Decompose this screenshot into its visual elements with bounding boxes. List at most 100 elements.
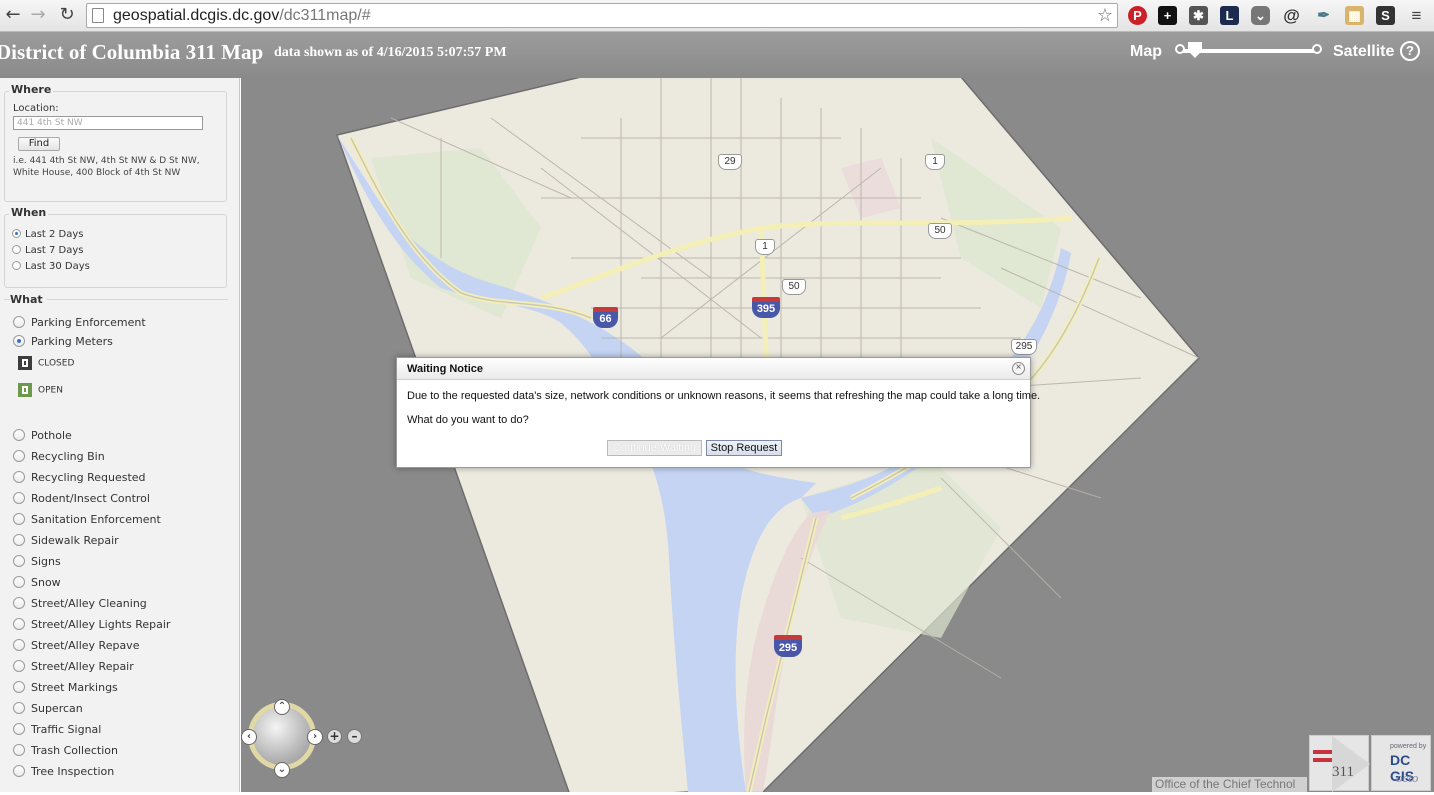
zoom-in-icon[interactable]: +: [327, 729, 342, 744]
radio[interactable]: [13, 681, 25, 693]
shield-i-66: 66: [593, 307, 618, 328]
radio[interactable]: [13, 744, 25, 756]
at-sign-icon[interactable]: @: [1282, 6, 1301, 25]
what-item-snow[interactable]: Snow: [13, 576, 61, 592]
radio[interactable]: [13, 597, 25, 609]
back-icon[interactable]: ←: [3, 5, 23, 25]
what-item-recycling-requested[interactable]: Recycling Requested: [13, 471, 146, 487]
radio[interactable]: [13, 534, 25, 546]
radio[interactable]: [12, 261, 21, 270]
what-item-label: Trash Collection: [31, 744, 118, 757]
radio[interactable]: [12, 245, 21, 254]
pan-left-icon[interactable]: ‹: [241, 729, 257, 745]
what-item-tree-inspection[interactable]: Tree Inspection: [13, 765, 114, 781]
stop-request-button[interactable]: Stop Request: [706, 440, 782, 456]
map-view-label[interactable]: Map: [1130, 43, 1162, 61]
what-item-label: Street/Alley Repair: [31, 660, 134, 673]
slider-thumb[interactable]: [1188, 42, 1202, 58]
find-button[interactable]: Find: [18, 137, 60, 151]
pocket-icon[interactable]: ⌄: [1251, 6, 1270, 25]
what-item-label: Recycling Requested: [31, 471, 146, 484]
when-option-7-days[interactable]: Last 7 Days: [12, 245, 84, 259]
screen-capture-icon[interactable]: S: [1376, 6, 1395, 25]
radio-selected[interactable]: [13, 335, 25, 347]
close-icon[interactable]: ×: [1012, 362, 1025, 375]
radio[interactable]: [13, 429, 25, 441]
page-title: District of Columbia 311 Map: [0, 40, 264, 64]
slider-min-handle[interactable]: [1175, 44, 1185, 54]
menu-icon[interactable]: ≡: [1407, 6, 1426, 25]
what-item-street-alley-cleaning[interactable]: Street/Alley Cleaning: [13, 597, 147, 613]
notes-extension-icon[interactable]: ▦: [1345, 6, 1364, 25]
forward-icon[interactable]: →: [28, 5, 48, 25]
dcgis-octo-logo[interactable]: powered by DC GIS octo: [1371, 735, 1431, 791]
what-item-label: Signs: [31, 555, 61, 568]
radio[interactable]: [13, 450, 25, 462]
what-item-street-alley-lights-repair[interactable]: Street/Alley Lights Repair: [13, 618, 170, 634]
continue-waiting-button[interactable]: Continue Waiting: [607, 440, 702, 456]
bookmark-star-icon[interactable]: ☆: [1097, 5, 1113, 26]
what-item-trash-collection[interactable]: Trash Collection: [13, 744, 118, 760]
what-item-parking-meters[interactable]: Parking Meters: [13, 335, 113, 351]
radio[interactable]: [13, 513, 25, 525]
radio-selected[interactable]: [12, 229, 21, 238]
pan-down-icon[interactable]: ⌄: [274, 762, 290, 778]
what-item-label: Snow: [31, 576, 61, 589]
radio[interactable]: [13, 765, 25, 777]
radio[interactable]: [13, 639, 25, 651]
radio[interactable]: [13, 660, 25, 672]
what-item-supercan[interactable]: Supercan: [13, 702, 83, 718]
map-attribution: Office of the Chief Technol: [1152, 777, 1307, 792]
pan-right-icon[interactable]: ›: [307, 729, 323, 745]
what-item-traffic-signal[interactable]: Traffic Signal: [13, 723, 101, 739]
what-item-sidewalk-repair[interactable]: Sidewalk Repair: [13, 534, 119, 550]
help-icon[interactable]: ?: [1400, 41, 1420, 61]
pan-up-icon[interactable]: ⌃: [274, 699, 290, 715]
dialog-titlebar[interactable]: Waiting Notice ×: [397, 358, 1030, 380]
radio[interactable]: [13, 555, 25, 567]
radio[interactable]: [13, 316, 25, 328]
shield-us-50-east: 50: [928, 223, 952, 239]
radio[interactable]: [13, 723, 25, 735]
url-text: geospatial.dcgis.dc.gov/dc311map/#: [113, 7, 371, 24]
what-item-street-alley-repair[interactable]: Street/Alley Repair: [13, 660, 134, 676]
radio[interactable]: [13, 618, 25, 630]
location-input[interactable]: 441 4th St NW: [13, 116, 203, 130]
radio[interactable]: [13, 576, 25, 588]
reload-icon[interactable]: ↻: [57, 5, 77, 25]
what-item-street-alley-repave[interactable]: Street/Alley Repave: [13, 639, 139, 655]
what-item-label: Tree Inspection: [31, 765, 115, 778]
what-item-rodent-insect-control[interactable]: Rodent/Insect Control: [13, 492, 150, 508]
shield-us-29: 29: [718, 154, 742, 170]
when-heading: When: [9, 206, 49, 219]
satellite-view-label[interactable]: Satellite: [1333, 43, 1394, 61]
lock-extension-icon[interactable]: L: [1220, 6, 1239, 25]
dc311-logo[interactable]: 311: [1309, 735, 1370, 792]
radio[interactable]: [13, 492, 25, 504]
radio[interactable]: [13, 702, 25, 714]
slider-max-handle[interactable]: [1312, 44, 1322, 54]
what-item-label: Rodent/Insect Control: [31, 492, 150, 505]
what-item-street-markings[interactable]: Street Markings: [13, 681, 118, 697]
what-item-parking-enforcement[interactable]: Parking Enforcement: [13, 316, 146, 332]
what-item-signs[interactable]: Signs: [13, 555, 61, 571]
logo-powered-text: powered by: [1390, 743, 1427, 750]
what-item-sanitation-enforcement[interactable]: Sanitation Enforcement: [13, 513, 161, 529]
where-heading: Where: [9, 83, 54, 96]
radio[interactable]: [13, 471, 25, 483]
what-item-label: Traffic Signal: [31, 723, 102, 736]
browser-toolbar: ← → ↻ geospatial.dcgis.dc.gov/dc311map/#…: [0, 0, 1434, 32]
location-label: Location:: [13, 103, 59, 114]
what-item-recycling-bin[interactable]: Recycling Bin: [13, 450, 105, 466]
add-extension-icon[interactable]: +: [1158, 6, 1177, 25]
when-option-30-days[interactable]: Last 30 Days: [12, 261, 90, 275]
when-option-2-days[interactable]: Last 2 Days: [12, 229, 84, 243]
what-item-label: Street/Alley Cleaning: [31, 597, 147, 610]
dialog-question: What do you want to do?: [407, 414, 529, 426]
asterisk-extension-icon[interactable]: ✱: [1189, 6, 1208, 25]
address-bar[interactable]: geospatial.dcgis.dc.gov/dc311map/# ☆: [86, 3, 1118, 28]
what-item-pothole[interactable]: Pothole: [13, 429, 72, 445]
zoom-out-icon[interactable]: –: [347, 729, 362, 744]
eyedropper-icon[interactable]: ✒: [1314, 6, 1333, 25]
pinterest-icon[interactable]: P: [1128, 6, 1147, 25]
